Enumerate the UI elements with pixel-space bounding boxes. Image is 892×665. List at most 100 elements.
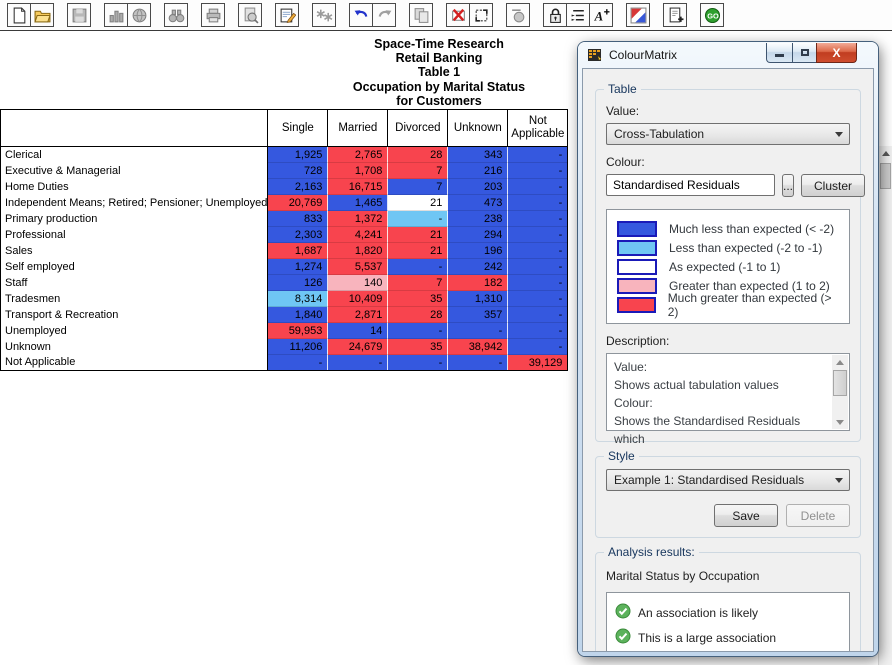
table-cell[interactable]: 1,465 — [328, 195, 388, 211]
cluster-button[interactable]: Cluster — [801, 174, 865, 197]
table-cell[interactable]: - — [388, 355, 448, 371]
main-vertical-scrollbar[interactable] — [878, 146, 892, 665]
table-cell[interactable]: 7 — [388, 179, 448, 195]
table-cell[interactable]: 1,687 — [268, 243, 328, 259]
table-cell[interactable]: 5,537 — [328, 259, 388, 275]
table-cell[interactable]: - — [508, 227, 568, 243]
table-cell[interactable]: 1,708 — [328, 163, 388, 179]
row-label[interactable]: Unknown — [1, 339, 268, 355]
toolbar-edit-document-button[interactable] — [275, 3, 299, 27]
toolbar-new-document-button[interactable] — [7, 3, 31, 27]
toolbar-outline-button[interactable] — [566, 3, 590, 27]
table-cell[interactable]: 14 — [328, 323, 388, 339]
table-cell[interactable]: 38,942 — [448, 339, 508, 355]
table-cell[interactable]: 59,953 — [268, 323, 328, 339]
table-cell[interactable]: 11,206 — [268, 339, 328, 355]
table-cell[interactable]: 2,765 — [328, 147, 388, 163]
style-combobox[interactable]: Example 1: Standardised Residuals — [606, 469, 850, 491]
row-label[interactable]: Not Applicable — [1, 355, 268, 371]
column-header[interactable]: Single — [268, 110, 328, 147]
table-cell[interactable]: 2,303 — [268, 227, 328, 243]
table-cell[interactable]: 21 — [388, 243, 448, 259]
table-cell[interactable]: - — [508, 339, 568, 355]
row-label[interactable]: Primary production — [1, 211, 268, 227]
value-combobox[interactable]: Cross-Tabulation — [606, 123, 850, 145]
toolbar-undo-button[interactable] — [349, 3, 373, 27]
table-cell[interactable]: 242 — [448, 259, 508, 275]
table-cell[interactable]: 1,820 — [328, 243, 388, 259]
table-cell[interactable]: 10,409 — [328, 291, 388, 307]
scroll-up-icon[interactable] — [879, 146, 892, 161]
table-cell[interactable]: - — [508, 195, 568, 211]
toolbar-go-button[interactable]: GO — [700, 3, 724, 27]
scrollbar-thumb[interactable] — [880, 163, 891, 189]
column-header[interactable]: Married — [328, 110, 388, 147]
table-cell[interactable]: - — [508, 323, 568, 339]
table-cell[interactable]: - — [508, 275, 568, 291]
column-header[interactable]: Unknown — [448, 110, 508, 147]
table-cell[interactable]: 28 — [388, 307, 448, 323]
scroll-down-icon[interactable] — [832, 415, 848, 429]
row-label[interactable]: Home Duties — [1, 179, 268, 195]
table-cell[interactable]: 238 — [448, 211, 508, 227]
save-button[interactable]: Save — [714, 504, 778, 527]
table-cell[interactable]: 728 — [268, 163, 328, 179]
table-cell[interactable]: 216 — [448, 163, 508, 179]
table-cell[interactable]: 7 — [388, 275, 448, 291]
table-cell[interactable]: - — [508, 147, 568, 163]
maximize-button[interactable] — [792, 43, 817, 63]
table-cell[interactable]: 21 — [388, 227, 448, 243]
table-cell[interactable]: 182 — [448, 275, 508, 291]
row-label[interactable]: Self employed — [1, 259, 268, 275]
table-cell[interactable]: 1,372 — [328, 211, 388, 227]
table-cell[interactable]: - — [508, 291, 568, 307]
toolbar-transpose-button[interactable] — [469, 3, 493, 27]
row-label[interactable]: Staff — [1, 275, 268, 291]
row-label[interactable]: Independent Means; Retired; Pensioner; U… — [1, 195, 268, 211]
toolbar-add-view-button[interactable] — [663, 3, 687, 27]
row-label[interactable]: Transport & Recreation — [1, 307, 268, 323]
table-cell[interactable]: 21 — [388, 195, 448, 211]
table-cell[interactable]: - — [448, 323, 508, 339]
table-cell[interactable]: - — [508, 307, 568, 323]
close-button[interactable]: X — [816, 43, 857, 63]
table-cell[interactable]: 20,769 — [268, 195, 328, 211]
table-cell[interactable]: 4,241 — [328, 227, 388, 243]
table-cell[interactable]: 16,715 — [328, 179, 388, 195]
table-cell[interactable]: 2,163 — [268, 179, 328, 195]
column-header[interactable]: Not Applicable — [508, 110, 568, 147]
table-cell[interactable]: 473 — [448, 195, 508, 211]
table-cell[interactable]: - — [448, 355, 508, 371]
row-label[interactable]: Professional — [1, 227, 268, 243]
description-scrollbar[interactable] — [832, 355, 848, 429]
table-corner-cell[interactable] — [1, 110, 268, 147]
table-cell[interactable]: 8,314 — [268, 291, 328, 307]
minimize-button[interactable] — [766, 43, 793, 63]
toolbar-font-size-button[interactable]: A — [589, 3, 613, 27]
table-cell[interactable]: - — [508, 163, 568, 179]
table-cell[interactable]: 35 — [388, 291, 448, 307]
row-label[interactable]: Unemployed — [1, 323, 268, 339]
toolbar-lock-button[interactable] — [543, 3, 567, 27]
table-cell[interactable]: 140 — [328, 275, 388, 291]
table-cell[interactable]: 203 — [448, 179, 508, 195]
table-cell[interactable]: 1,310 — [448, 291, 508, 307]
table-cell[interactable]: 343 — [448, 147, 508, 163]
toolbar-delete-table-button[interactable] — [446, 3, 470, 27]
toolbar-colourmatrix-button[interactable] — [626, 3, 650, 27]
table-cell[interactable]: 28 — [388, 147, 448, 163]
row-label[interactable]: Sales — [1, 243, 268, 259]
table-cell[interactable]: - — [388, 211, 448, 227]
row-label[interactable]: Tradesmen — [1, 291, 268, 307]
row-label[interactable]: Executive & Managerial — [1, 163, 268, 179]
scroll-up-icon[interactable] — [832, 355, 848, 369]
table-cell[interactable]: 35 — [388, 339, 448, 355]
table-cell[interactable]: 39,129 — [508, 355, 568, 371]
colour-input[interactable] — [606, 174, 775, 196]
table-cell[interactable]: - — [508, 243, 568, 259]
table-cell[interactable]: - — [508, 179, 568, 195]
table-cell[interactable]: 294 — [448, 227, 508, 243]
table-cell[interactable]: 7 — [388, 163, 448, 179]
table-cell[interactable]: - — [508, 211, 568, 227]
toolbar-open-folder-button[interactable] — [30, 3, 54, 27]
